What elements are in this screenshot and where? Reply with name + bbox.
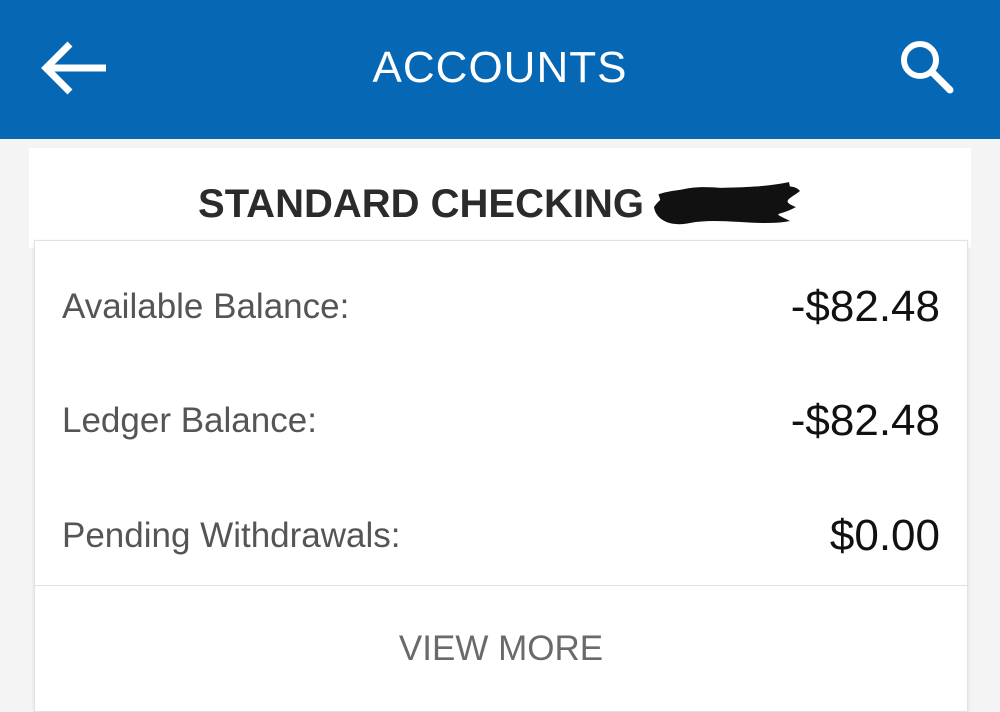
back-button[interactable] xyxy=(36,36,112,100)
account-title: STANDARD CHECKING xyxy=(29,178,971,232)
arrow-left-icon xyxy=(41,41,106,95)
view-more-button[interactable]: VIEW MORE xyxy=(35,627,967,671)
search-button[interactable] xyxy=(894,34,958,98)
pending-withdrawals-value: $0.00 xyxy=(829,511,940,560)
search-icon xyxy=(901,41,954,94)
ledger-balance-label: Ledger Balance: xyxy=(62,401,317,440)
app-bar: ACCOUNTS xyxy=(0,0,1000,139)
pending-withdrawals-label: Pending Withdrawals: xyxy=(62,516,401,555)
balance-row-ledger: Ledger Balance: -$82.48 xyxy=(35,391,967,451)
redaction-mark xyxy=(653,182,800,225)
balance-card: Available Balance: -$82.48 Ledger Balanc… xyxy=(34,240,968,712)
available-balance-value: -$82.48 xyxy=(790,282,940,331)
balance-row-available: Available Balance: -$82.48 xyxy=(35,277,967,337)
account-header: STANDARD CHECKING xyxy=(29,148,971,248)
available-balance-label: Available Balance: xyxy=(62,287,350,326)
account-name: STANDARD CHECKING xyxy=(198,182,644,226)
ledger-balance-value: -$82.48 xyxy=(790,396,940,445)
divider xyxy=(35,585,967,586)
page-title: ACCOUNTS xyxy=(372,43,628,92)
balance-row-pending: Pending Withdrawals: $0.00 xyxy=(35,506,967,566)
